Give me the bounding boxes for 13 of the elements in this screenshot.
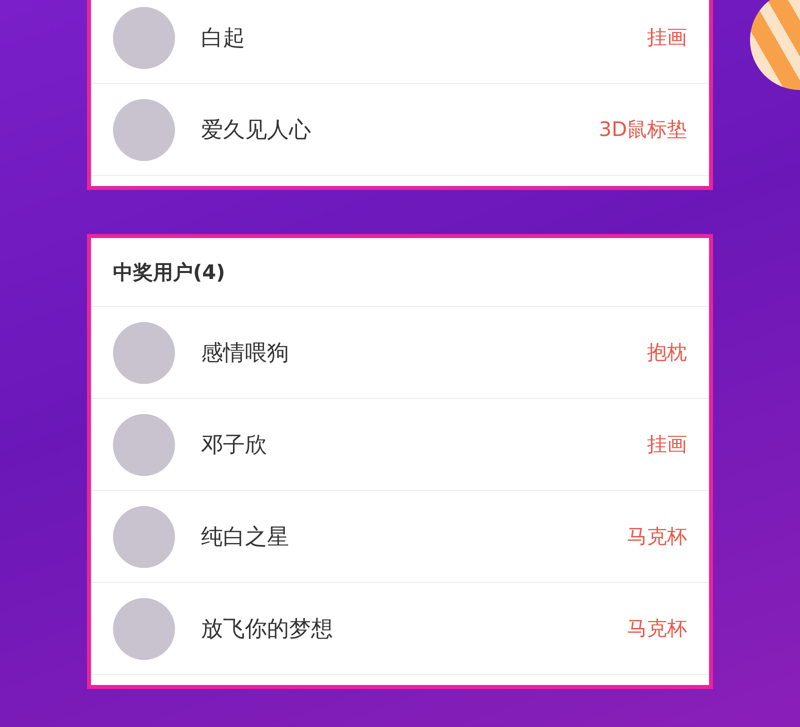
prize-name: 抱枕 [647, 339, 687, 366]
user-name: 爱久见人心 [201, 116, 312, 144]
prize-name: 3D鼠标垫 [598, 116, 687, 143]
user-name: 放飞你的梦想 [201, 616, 334, 644]
prize-name: 挂画 [647, 24, 687, 51]
user-name: 纯白之星 [201, 524, 290, 552]
user-name: 白起 [201, 24, 246, 52]
prize-name: 马克杯 [627, 615, 687, 642]
user-name: 感情喂狗 [201, 340, 290, 368]
user-name: 邓子欣 [201, 432, 268, 460]
section-title: 中奖用户(4) [91, 238, 709, 307]
prize-name: 挂画 [647, 431, 687, 458]
prize-name: 马克杯 [627, 523, 687, 550]
